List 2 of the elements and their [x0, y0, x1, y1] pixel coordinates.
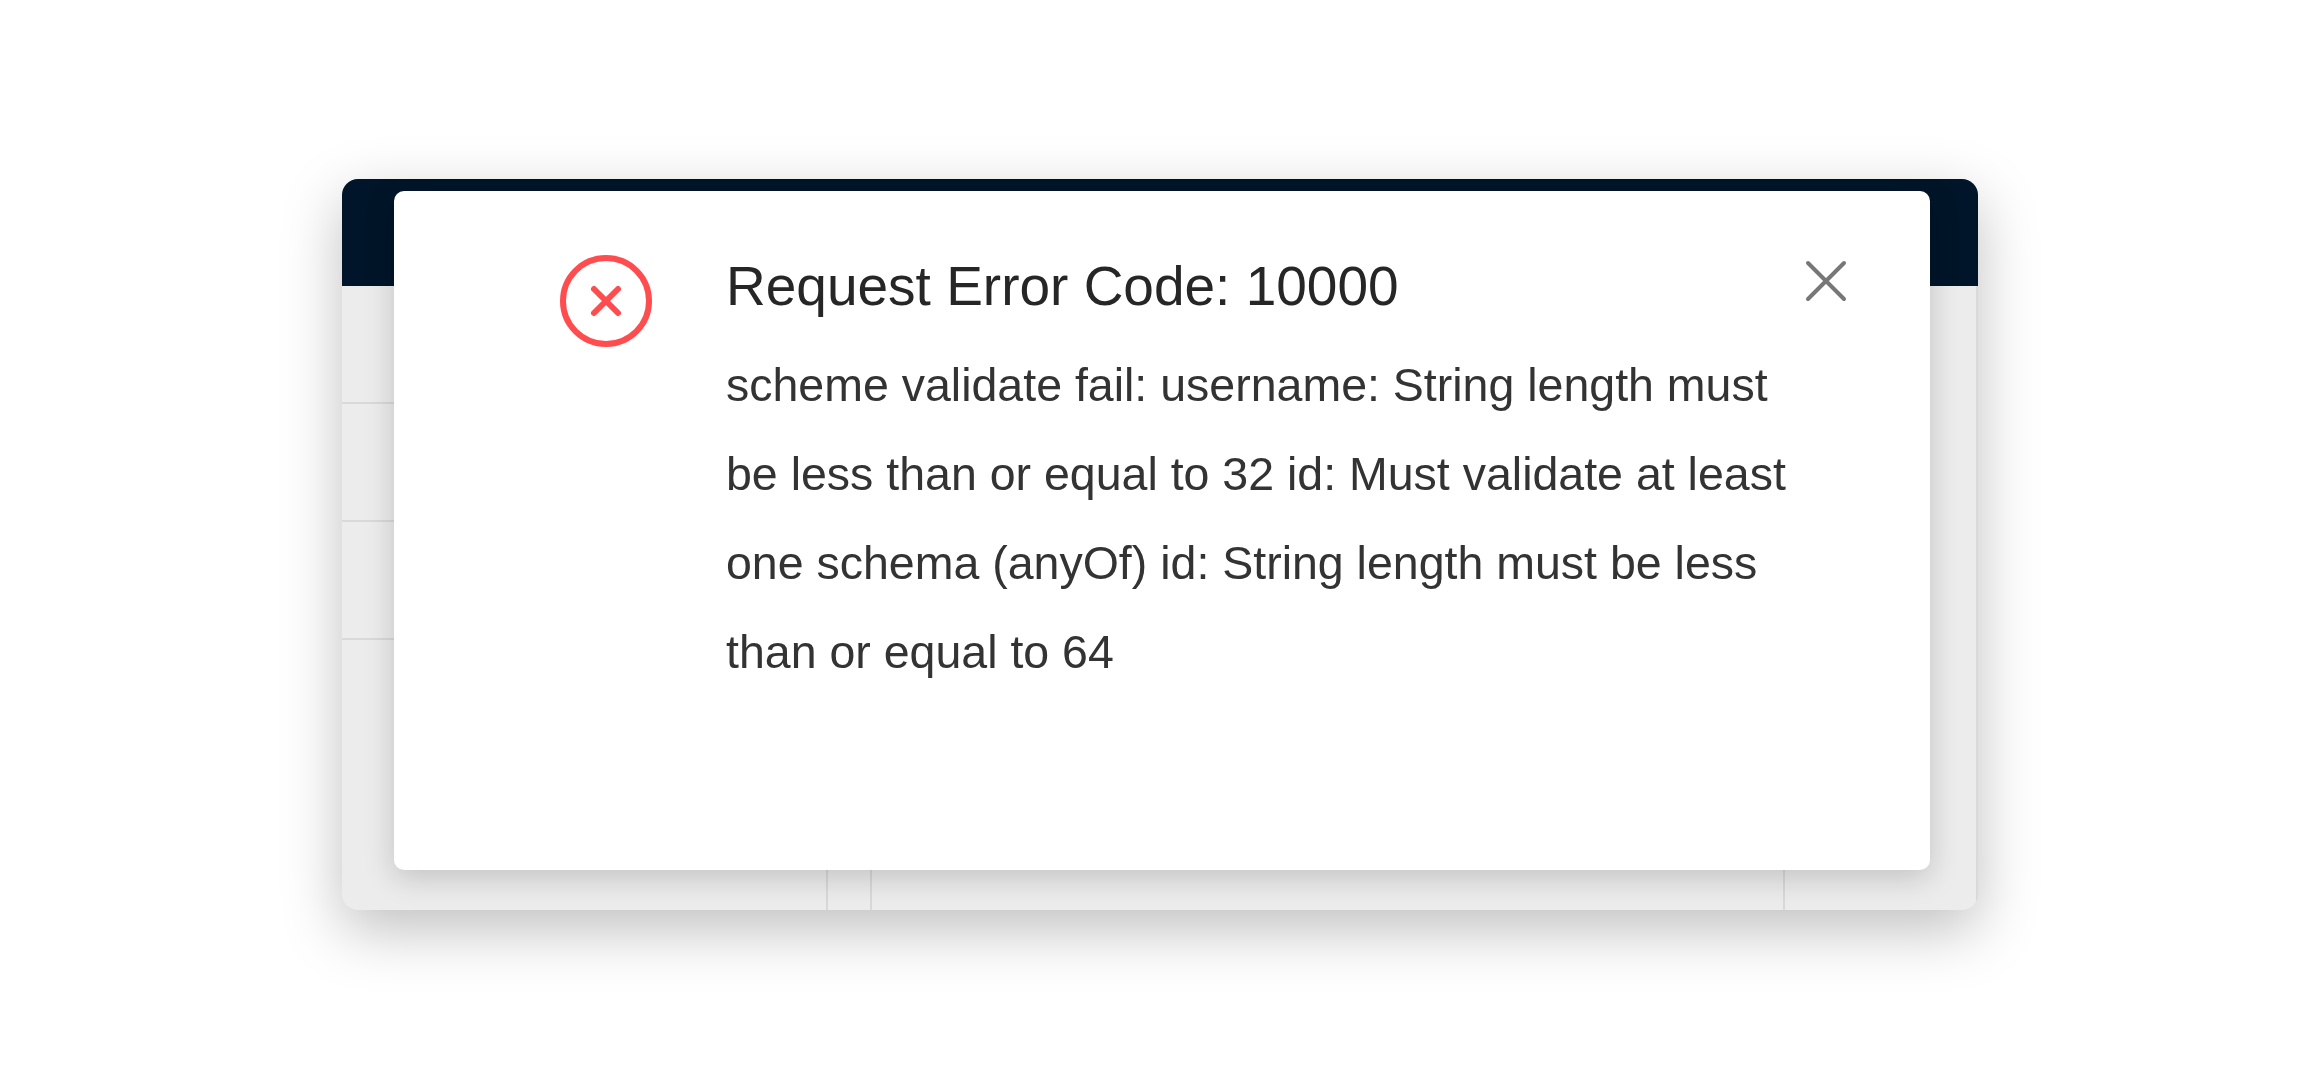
- notification-title: Request Error Code: 10000: [726, 254, 1399, 319]
- error-message: scheme validate fail: username: String length must be less than or equal to 32 id: Must validate at least one schema (anyOf) id: String length must be less than or equal to 64: [726, 358, 1787, 680]
